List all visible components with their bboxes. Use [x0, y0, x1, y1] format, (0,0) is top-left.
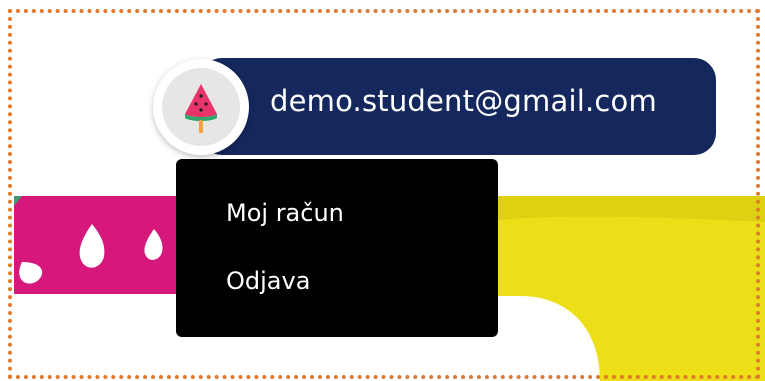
- screen: demo.student@gmail.com Moj račun Odjava: [0, 0, 765, 381]
- menu-item-my-account[interactable]: Moj račun: [226, 199, 344, 227]
- avatar[interactable]: [153, 59, 249, 155]
- menu-item-logout[interactable]: Odjava: [226, 267, 310, 295]
- yellow-banner: [480, 196, 765, 381]
- user-email[interactable]: demo.student@gmail.com: [270, 84, 657, 118]
- avatar-background: [162, 68, 240, 146]
- watermelon-popsicle-icon: [185, 84, 217, 133]
- account-dropdown-menu: Moj račun Odjava: [176, 159, 498, 337]
